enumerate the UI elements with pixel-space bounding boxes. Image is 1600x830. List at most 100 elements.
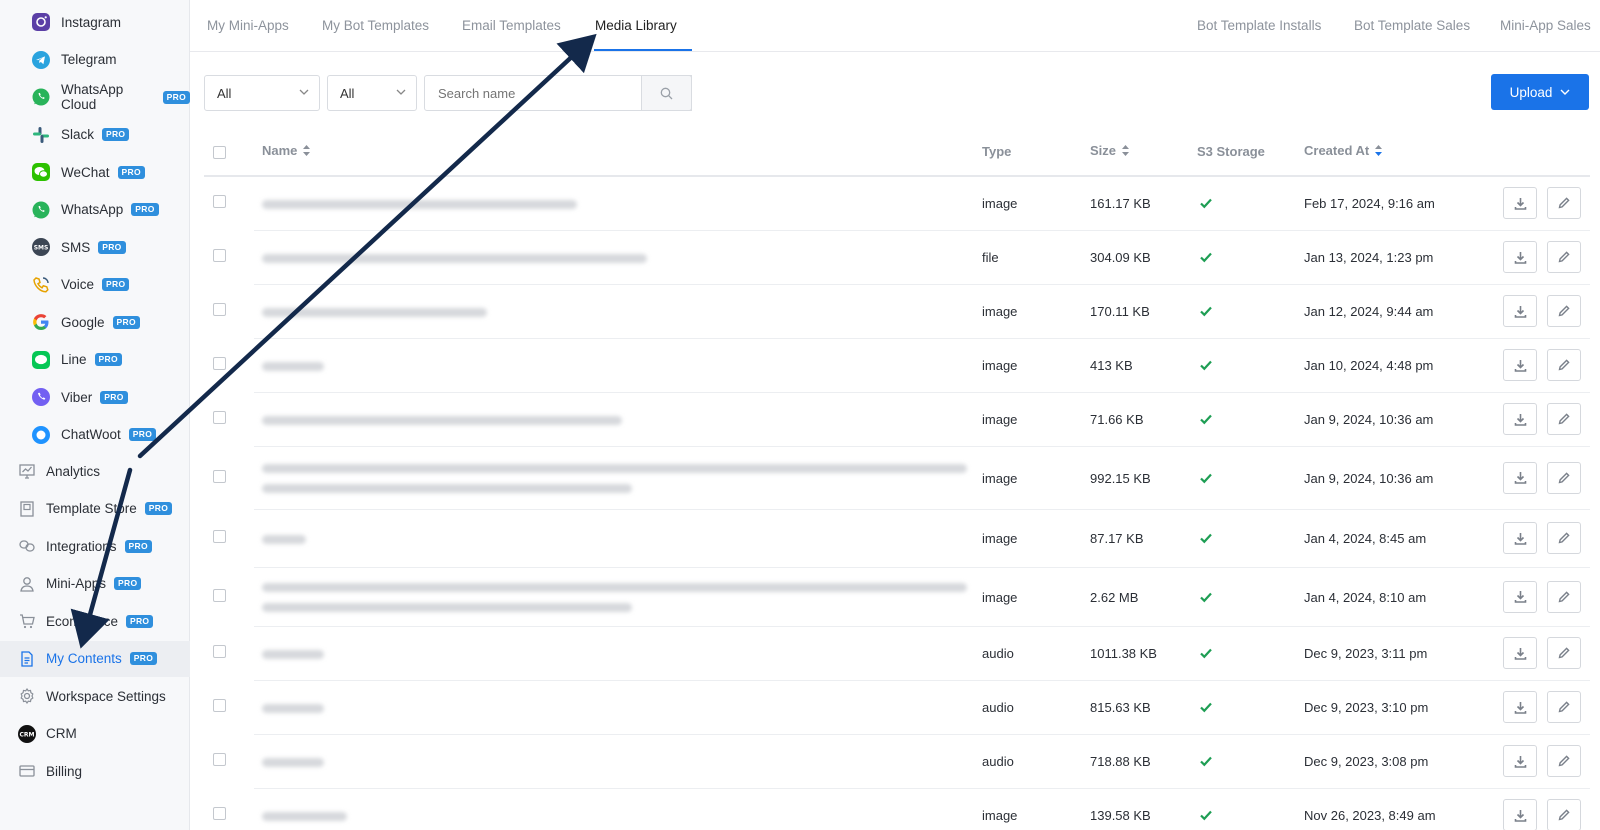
sidebar-item-voice[interactable]: Voice PRO (0, 267, 190, 303)
sidebar-item-workspace-settings[interactable]: Workspace Settings (0, 678, 190, 714)
edit-button[interactable] (1547, 522, 1581, 554)
tab-bot-template-sales[interactable]: Bot Template Sales (1354, 18, 1470, 33)
svg-text:SMS: SMS (34, 245, 49, 252)
pro-badge: PRO (131, 203, 159, 216)
download-button[interactable] (1503, 461, 1537, 494)
row-checkbox[interactable] (213, 195, 226, 208)
tab-email-templates[interactable]: Email Templates (462, 18, 561, 33)
download-button[interactable] (1503, 403, 1537, 435)
tab-mini-app-sales[interactable]: Mini-App Sales (1500, 18, 1591, 33)
sidebar-item-template-store[interactable]: Template Store PRO (0, 491, 190, 527)
download-button[interactable] (1503, 580, 1537, 613)
sidebar-item-billing[interactable]: Billing (0, 753, 190, 789)
storage-filter-select[interactable]: All (327, 75, 417, 111)
file-name-redacted (262, 463, 967, 473)
edit-button[interactable] (1547, 461, 1581, 494)
row-checkbox[interactable] (213, 303, 226, 316)
download-icon (1514, 755, 1526, 768)
edit-button[interactable] (1547, 403, 1581, 435)
sidebar-item-crm[interactable]: CRM CRM (0, 716, 190, 752)
gear-icon (17, 686, 37, 706)
sidebar-item-analytics[interactable]: Analytics (0, 453, 190, 489)
tab-media-library[interactable]: Media Library (595, 18, 677, 33)
file-size: 992.15 KB (1090, 470, 1151, 486)
file-size: 718.88 KB (1090, 754, 1151, 769)
row-checkbox[interactable] (213, 645, 226, 658)
search-button[interactable] (641, 75, 692, 111)
sidebar-item-sms[interactable]: SMS SMS PRO (0, 229, 190, 265)
select-all-checkbox[interactable] (213, 146, 226, 159)
tab-my-mini-apps[interactable]: My Mini-Apps (207, 18, 289, 33)
tab-bot-template-installs[interactable]: Bot Template Installs (1197, 18, 1321, 33)
download-button[interactable] (1503, 637, 1537, 669)
row-checkbox[interactable] (213, 411, 226, 424)
sidebar-item-whatsapp[interactable]: WhatsApp PRO (0, 192, 190, 228)
sort-icon (303, 145, 311, 156)
edit-button[interactable] (1547, 349, 1581, 381)
pro-badge: PRO (94, 353, 122, 366)
edit-button[interactable] (1547, 745, 1581, 777)
sidebar-item-telegram[interactable]: Telegram (0, 42, 190, 78)
row-checkbox[interactable] (213, 753, 226, 766)
created-at: Jan 4, 2024, 8:10 am (1304, 589, 1427, 605)
row-checkbox[interactable] (213, 699, 226, 712)
download-button[interactable] (1503, 295, 1537, 327)
check-icon (1200, 702, 1212, 713)
row-checkbox[interactable] (213, 249, 226, 262)
sidebar-item-slack[interactable]: Slack PRO (0, 117, 190, 153)
file-name-redacted (262, 416, 622, 425)
row-checkbox[interactable] (213, 357, 226, 370)
row-checkbox[interactable] (213, 469, 226, 483)
created-at: Jan 13, 2024, 1:23 pm (1304, 250, 1434, 265)
row-checkbox[interactable] (213, 807, 226, 820)
sidebar-item-ecommerce[interactable]: Ecommerce PRO (0, 603, 190, 639)
sidebar: Instagram Telegram WhatsApp Cloud PRO Slack P… (0, 0, 190, 830)
download-button[interactable] (1503, 522, 1537, 554)
edit-button[interactable] (1547, 295, 1581, 327)
sidebar-item-viber[interactable]: Viber PRO (0, 379, 190, 415)
sidebar-item-line[interactable]: Line PRO (0, 342, 190, 378)
edit-button[interactable] (1547, 241, 1581, 273)
sidebar-item-mini-apps[interactable]: Mini-Apps PRO (0, 566, 190, 602)
sidebar-item-instagram[interactable]: Instagram (0, 4, 190, 40)
download-button[interactable] (1503, 187, 1537, 219)
sidebar-item-wechat[interactable]: WeChat PRO (0, 154, 190, 190)
media-table: Name Type Size S3 Storage Created At ima… (204, 124, 1590, 830)
pencil-icon (1558, 197, 1570, 209)
edit-button[interactable] (1547, 691, 1581, 723)
sidebar-item-label: Google (61, 314, 105, 330)
sidebar-item-label: Mini-Apps (46, 576, 107, 591)
column-size[interactable]: Size (1090, 143, 1130, 158)
download-button[interactable] (1503, 799, 1537, 830)
edit-button[interactable] (1547, 580, 1581, 613)
sidebar-item-integrations[interactable]: Integrations PRO (0, 528, 190, 564)
type-filter-select[interactable]: All (204, 75, 320, 111)
storage-filter-value: All (340, 86, 355, 101)
sidebar-item-my-contents[interactable]: My Contents PRO (0, 640, 190, 677)
file-name-redacted (262, 308, 487, 317)
column-created-at[interactable]: Created At (1304, 143, 1383, 158)
sidebar-item-chatwoot[interactable]: ChatWoot PRO (0, 417, 190, 453)
file-type: image (982, 358, 1018, 373)
row-checkbox[interactable] (213, 530, 226, 543)
sidebar-item-whatsapp-cloud[interactable]: WhatsApp Cloud PRO (0, 79, 190, 115)
top-tabs: My Mini-Apps My Bot Templates Email Temp… (190, 0, 1600, 52)
column-type-label: Type (982, 144, 1012, 159)
row-checkbox[interactable] (213, 588, 226, 602)
upload-button[interactable]: Upload (1491, 74, 1589, 110)
edit-button[interactable] (1547, 637, 1581, 669)
file-size: 161.17 KB (1090, 196, 1151, 211)
file-size: 170.11 KB (1090, 304, 1150, 319)
sidebar-item-google[interactable]: Google PRO (0, 304, 190, 340)
pencil-icon (1558, 471, 1570, 483)
tab-my-bot-templates[interactable]: My Bot Templates (322, 18, 429, 33)
download-button[interactable] (1503, 745, 1537, 777)
download-button[interactable] (1503, 241, 1537, 273)
edit-button[interactable] (1547, 187, 1581, 219)
column-name[interactable]: Name (262, 143, 311, 158)
file-type: image (982, 196, 1018, 211)
chevron-down-icon (1560, 89, 1570, 95)
edit-button[interactable] (1547, 799, 1581, 830)
download-button[interactable] (1503, 349, 1537, 381)
download-button[interactable] (1503, 691, 1537, 723)
